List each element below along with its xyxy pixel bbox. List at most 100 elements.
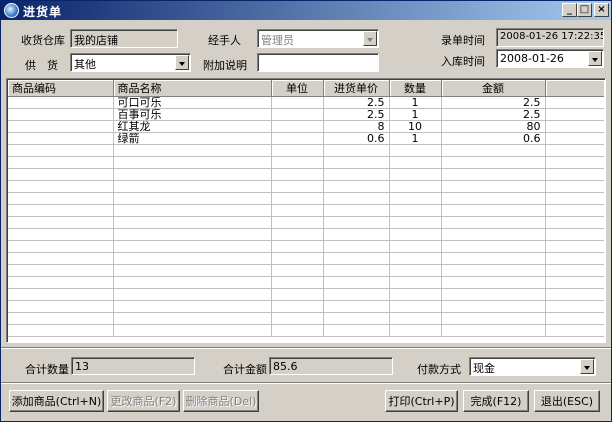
stock-time-picker[interactable]: 2008-01-26 (496, 49, 604, 68)
chevron-down-icon[interactable] (363, 31, 377, 46)
cell-unit[interactable] (271, 120, 324, 133)
column-header-unit[interactable]: 单位 (271, 80, 324, 97)
cell-name[interactable]: 可口可乐 (113, 96, 272, 109)
cell-name[interactable]: 百事可乐 (113, 108, 272, 121)
empty-cell (441, 264, 546, 277)
empty-cell (441, 276, 546, 289)
purchase-order-window: 进货单 _ □ × 收货仓库 我的店铺 经手人 管理员 录单时间 2008-01… (0, 0, 612, 422)
empty-cell (113, 204, 272, 217)
supplier-value: 其他 (74, 58, 96, 71)
empty-cell (389, 288, 442, 301)
exit-button[interactable]: 退出(ESC) (534, 390, 600, 412)
cell-qty[interactable]: 1 (389, 96, 442, 109)
table-row[interactable]: 可口可乐 2.5 1 2.5 (8, 96, 604, 109)
empty-cell (8, 204, 114, 217)
supplier-combo[interactable]: 其他 (70, 53, 191, 72)
cell-filler (545, 108, 604, 121)
empty-cell (8, 144, 114, 157)
minimize-button[interactable]: _ (562, 3, 577, 17)
cell-code[interactable] (8, 132, 114, 145)
cell-filler (545, 96, 604, 109)
empty-cell (8, 312, 114, 325)
warehouse-field[interactable]: 我的店铺 (70, 29, 178, 48)
empty-cell (323, 312, 390, 325)
empty-cell (441, 192, 546, 205)
cell-name[interactable]: 绿箭 (113, 132, 272, 145)
print-button[interactable]: 打印(Ctrl+P) (385, 390, 458, 412)
empty-cell (323, 204, 390, 217)
column-header-filler (545, 80, 604, 97)
empty-cell (113, 156, 272, 169)
empty-cell (323, 324, 390, 337)
empty-cell (271, 288, 324, 301)
column-header-qty[interactable]: 数量 (389, 80, 442, 97)
cell-name[interactable]: 红其龙 (113, 120, 272, 133)
note-input[interactable] (257, 53, 379, 72)
empty-cell (389, 180, 442, 193)
cell-amount[interactable]: 0.6 (441, 132, 546, 145)
cell-qty[interactable]: 1 (389, 132, 442, 145)
close-button[interactable]: × (594, 3, 609, 17)
window-title: 进货单 (23, 5, 63, 19)
empty-cell (323, 252, 390, 265)
table-row[interactable]: 红其龙 8 10 80 (8, 120, 604, 133)
cell-amount[interactable]: 2.5 (441, 96, 546, 109)
cell-code[interactable] (8, 120, 114, 133)
empty-cell (441, 216, 546, 229)
cell-unit[interactable] (271, 96, 324, 109)
total-qty-field[interactable]: 13 (71, 357, 195, 375)
table-row[interactable]: 百事可乐 2.5 1 2.5 (8, 108, 604, 121)
edit-item-button[interactable]: 更改商品(F2) (107, 390, 180, 412)
complete-button[interactable]: 完成(F12) (463, 390, 529, 412)
total-amount-label: 合计金额 (223, 363, 267, 376)
cell-unit[interactable] (271, 108, 324, 121)
cell-amount[interactable]: 80 (441, 120, 546, 133)
title-bar[interactable]: 进货单 _ □ × (1, 1, 611, 20)
empty-cell (271, 180, 324, 193)
handler-combo[interactable]: 管理员 (257, 29, 379, 48)
column-header-code[interactable]: 商品编码 (8, 80, 114, 97)
empty-cell (545, 216, 604, 229)
cell-amount[interactable]: 2.5 (441, 108, 546, 121)
column-header-name[interactable]: 商品名称 (113, 80, 272, 97)
empty-cell (271, 192, 324, 205)
table-row[interactable]: 绿箭 0.6 1 0.6 (8, 132, 604, 145)
cell-price[interactable]: 2.5 (323, 96, 390, 109)
empty-cell (545, 312, 604, 325)
delete-item-button[interactable]: 删除商品(Del) (183, 390, 259, 412)
add-item-button[interactable]: 添加商品(Ctrl+N) (9, 390, 104, 412)
empty-cell (389, 192, 442, 205)
entry-time-field[interactable]: 2008-01-26 17:22:35 (496, 28, 604, 47)
cell-unit[interactable] (271, 132, 324, 145)
items-grid[interactable]: 商品编码 商品名称 单位 进货单价 数量 金额 可口可乐 2.5 1 2.5 百… (6, 78, 606, 343)
payment-combo[interactable]: 现金 (469, 357, 596, 376)
cell-code[interactable] (8, 96, 114, 109)
cell-qty[interactable]: 10 (389, 120, 442, 133)
total-amount-field[interactable]: 85.6 (269, 357, 393, 375)
empty-rows (8, 144, 604, 337)
cell-filler (545, 120, 604, 133)
separator (1, 382, 611, 384)
cell-qty[interactable]: 1 (389, 108, 442, 121)
empty-cell (113, 228, 272, 241)
empty-cell (271, 324, 324, 337)
chevron-down-icon[interactable] (588, 51, 602, 66)
column-header-price[interactable]: 进货单价 (323, 80, 390, 97)
cell-price[interactable]: 0.6 (323, 132, 390, 145)
empty-cell (113, 264, 272, 277)
chevron-down-icon[interactable] (175, 55, 189, 70)
handler-label: 经手人 (208, 34, 241, 47)
empty-cell (271, 156, 324, 169)
empty-cell (323, 144, 390, 157)
supplier-label: 供 货 (25, 59, 58, 72)
cell-code[interactable] (8, 108, 114, 121)
empty-row (8, 264, 604, 277)
cell-price[interactable]: 2.5 (323, 108, 390, 121)
cell-price[interactable]: 8 (323, 120, 390, 133)
chevron-down-icon[interactable] (580, 359, 594, 374)
empty-cell (441, 240, 546, 253)
maximize-button[interactable]: □ (577, 3, 592, 17)
empty-cell (8, 252, 114, 265)
column-header-amount[interactable]: 金额 (441, 80, 546, 97)
empty-cell (389, 216, 442, 229)
